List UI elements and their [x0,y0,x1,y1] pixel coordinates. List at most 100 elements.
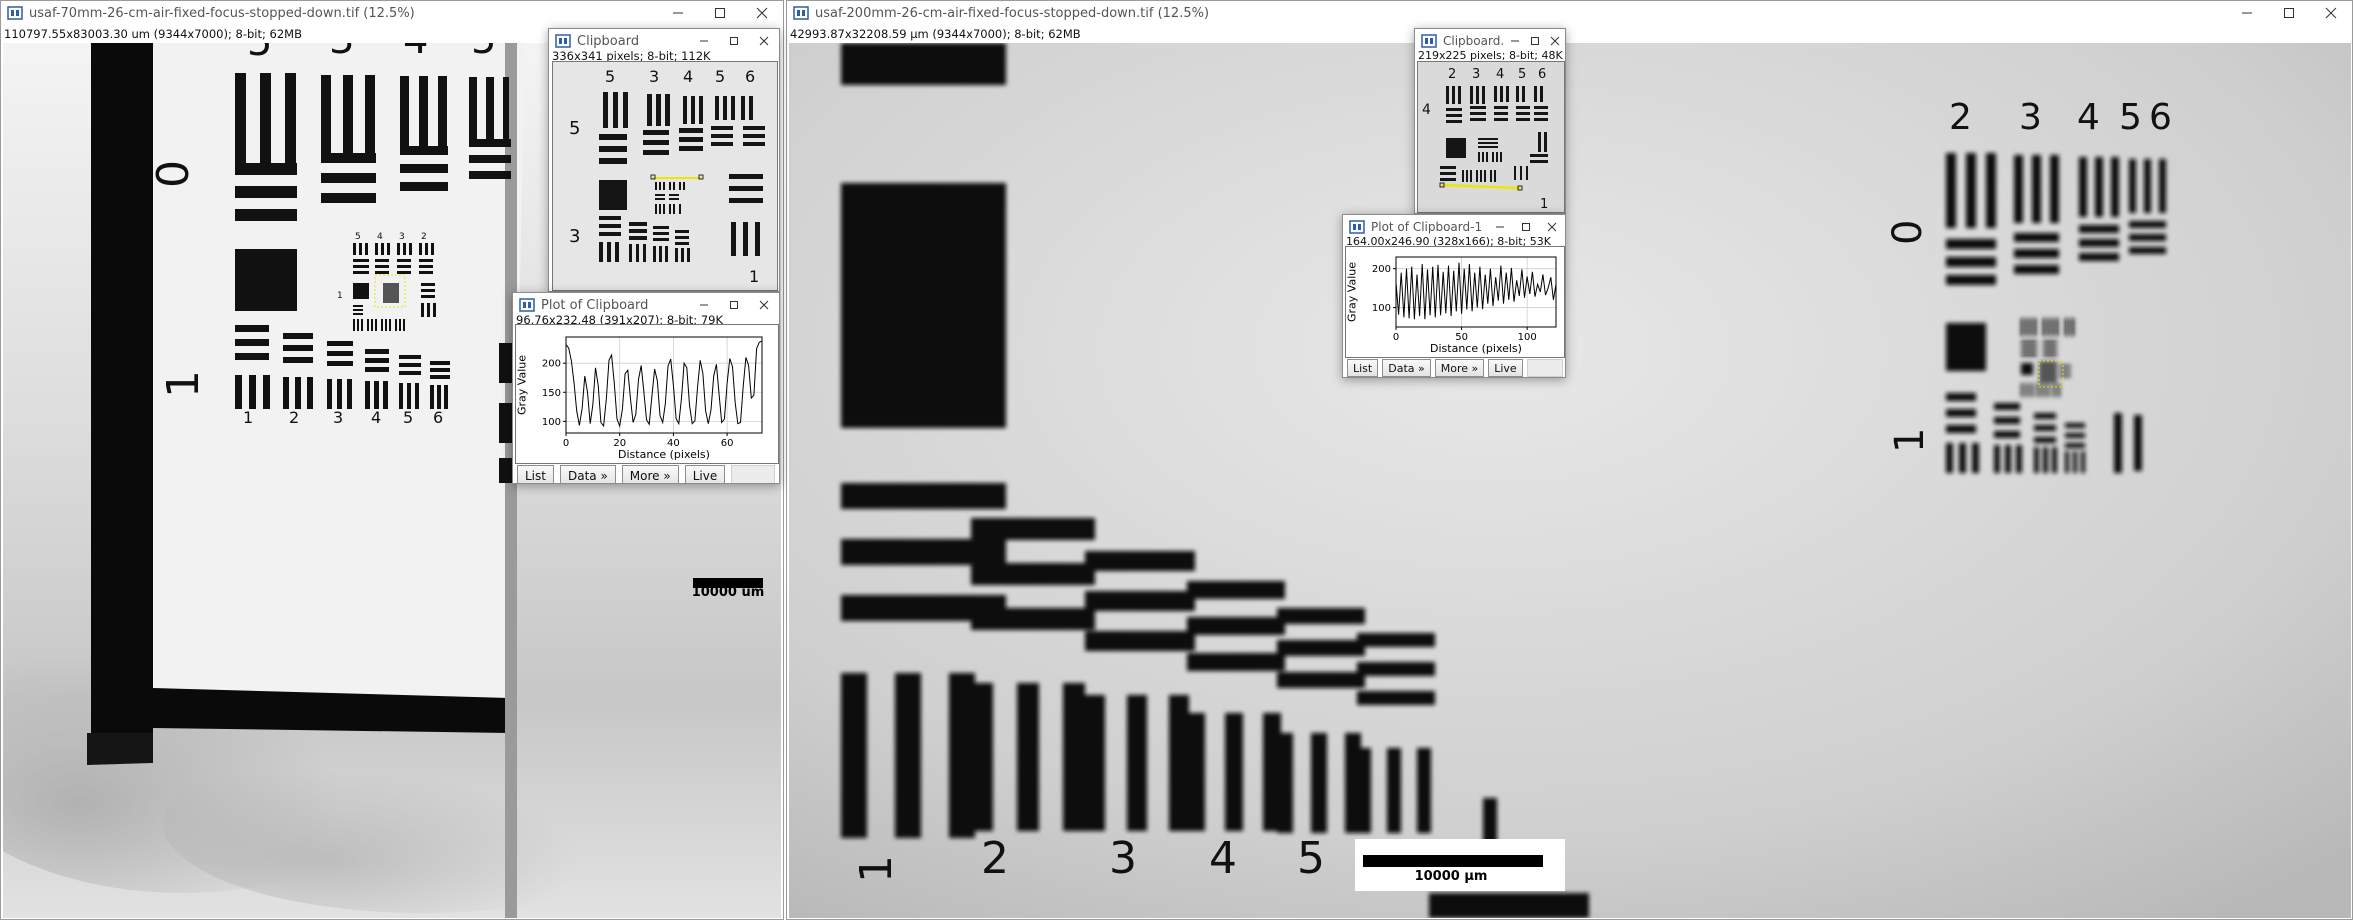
chart-number: 2 [1949,97,1972,138]
chart-number: 3 [329,43,354,63]
more-button[interactable]: More » [1434,359,1485,377]
chart-number: 6 [745,67,755,86]
chart-number: 1 [851,855,902,883]
close-icon[interactable] [2310,1,2352,25]
chart-number: 1 [158,370,209,398]
clipboard-image: 5 3 4 5 6 5 3 1 [553,62,777,290]
x-tick-label: 0 [1393,332,1399,343]
clipboard-small-canvas[interactable]: 2 3 4 5 6 4 1 [1417,61,1565,213]
plot1-status-field [1526,359,1563,377]
chart-number: 3 [649,67,659,86]
plot1-canvas[interactable]: 0 50 100 100 200 Distance (pixels) Gray Value [1345,246,1565,358]
right-image-canvas[interactable]: 2 3 4 5 6 0 1 1 2 3 4 5 [789,43,2351,918]
imagej-window-icon [7,6,23,20]
maximize-icon[interactable] [719,29,749,53]
y-axis-label: Gray Value [516,355,529,415]
plot-canvas[interactable]: 0 20 40 60 100 150 200 Distance (pixels) Gray Va… [515,324,779,464]
minimize-icon[interactable] [657,1,699,25]
left-scalebar-label: 10000 um [691,585,765,600]
plot-window[interactable]: Plot of Clipboard 96.76x232.48 (391x207)… [512,292,780,484]
live-button[interactable]: Live [684,465,726,483]
clipboard-title: Clipboard [577,33,640,49]
chart-number: 5 [355,232,361,242]
chart-number: 4 [403,43,428,63]
right-usaf-target-image: 2 3 4 5 6 0 1 1 2 3 4 5 [789,43,2351,918]
chart-number: 3 [333,408,343,427]
y-tick-label: 100 [542,417,561,428]
imagej-window-icon [555,34,571,48]
chart-number: 5 [1518,67,1526,82]
close-icon[interactable] [749,29,779,53]
chart-number: 4 [683,67,693,86]
chart-number: 5 [471,43,496,63]
y-axis-label: Gray Value [1346,262,1359,322]
list-button[interactable]: List [517,465,554,483]
right-window-title: usaf-200mm-26-cm-air-fixed-focus-stopped… [815,5,1210,21]
x-tick-label: 0 [563,438,569,449]
maximize-icon[interactable] [2268,1,2310,25]
chart-number: 6 [433,408,443,427]
chart-number: 5 [569,118,580,139]
right-image-window[interactable]: usaf-200mm-26-cm-air-fixed-focus-stopped… [786,0,2353,920]
left-window-info: 110797.55x83003.30 um (9344x7000); 8-bit… [4,27,302,41]
chart-number: 2 [289,408,299,427]
chart-number: 5 [605,67,615,86]
plot1-toolbar: List Data » More » Live [1347,359,1563,377]
data-button[interactable]: Data » [559,465,616,483]
clipboard-small-window[interactable]: Clipboard... 219x225 pixels; 8-bit; 48K [1414,28,1566,214]
chart-number: 0 [148,160,199,188]
chart-number: 6 [2149,97,2172,138]
plot-chart: 0 20 40 60100150200Distance (pixels)Gray Va… [516,325,778,463]
x-tick-label: 60 [721,438,734,449]
left-window-title: usaf-70mm-26-cm-air-fixed-focus-stopped-… [29,5,415,21]
close-icon[interactable] [749,293,779,317]
plot1-title: Plot of Clipboard-1 [1371,220,1483,234]
chart-number: 1 [1887,428,1933,453]
clipboard-canvas[interactable]: 5 3 4 5 6 5 3 1 [552,61,778,291]
imagej-window-icon [793,6,809,20]
right-window-titlebar[interactable]: usaf-200mm-26-cm-air-fixed-focus-stopped… [787,1,2352,25]
chart-number: 4 [2077,97,2100,138]
chart-number: 6 [1538,67,1546,82]
clipboard-small-title: Clipboard... [1443,34,1505,48]
chart-number: 4 [1496,67,1504,82]
left-window-titlebar[interactable]: usaf-70mm-26-cm-air-fixed-focus-stopped-… [1,1,783,25]
close-icon[interactable] [741,1,783,25]
minimize-icon[interactable] [2226,1,2268,25]
chart-number: 5 [2119,97,2142,138]
right-window-info: 42993.87x32208.59 µm (9344x7000); 8-bit;… [790,27,1081,41]
x-axis-label: Distance (pixels) [618,448,710,461]
chart-number: 2 [421,232,427,242]
chart-number: 3 [1472,67,1480,82]
y-tick-label: 150 [542,388,561,399]
chart-number: 4 [371,408,381,427]
chart-number: 3 [569,226,580,247]
chart-number: 4 [1422,102,1431,118]
chart-number: 3 [2019,97,2042,138]
chart-number: 3 [1109,833,1137,884]
chart-number: 5 [715,67,725,86]
y-tick-label: 100 [1372,303,1391,314]
more-button[interactable]: More » [621,465,679,483]
right-scalebar-label: 10000 µm [1414,869,1488,884]
live-button[interactable]: Live [1488,359,1523,377]
chart-number: 1 [749,267,759,286]
data-button[interactable]: Data » [1382,359,1431,377]
chart-number: 1 [1540,197,1548,212]
chart-number: 3 [399,232,405,242]
clipboard-window[interactable]: Clipboard 336x341 pixels; 8-bit; 112K 5 … [548,28,780,292]
imagej-window-icon [1349,220,1365,234]
maximize-icon[interactable] [699,1,741,25]
x-axis-label: Distance (pixels) [1430,342,1522,355]
chart-number: 2 [981,833,1009,884]
y-tick-label: 200 [1372,264,1391,275]
imagej-window-icon [519,298,535,312]
plot1-chart: 0 50 100100200Distance (pixels)Gray Value [1346,247,1564,357]
maximize-icon[interactable] [719,293,749,317]
plot1-window[interactable]: Plot of Clipboard-1 164.00x246.90 (328x1… [1342,214,1566,378]
chart-number: 5 [1297,833,1325,884]
chart-number: 1 [243,408,253,427]
list-button[interactable]: List [1347,359,1379,377]
chart-number: 4 [377,232,383,242]
plot-status-field [731,465,775,483]
